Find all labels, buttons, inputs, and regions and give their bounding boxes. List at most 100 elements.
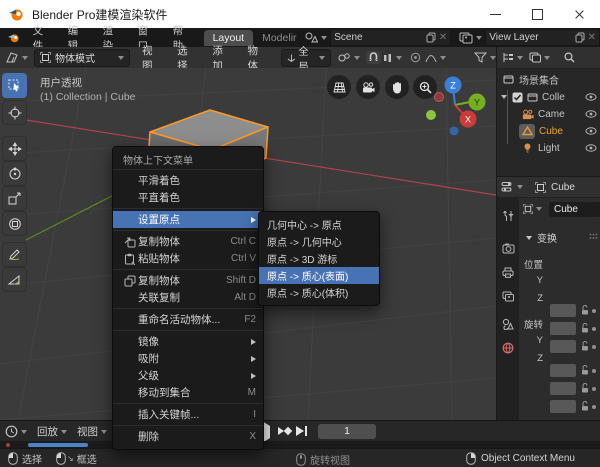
expander-icon[interactable] (501, 95, 507, 99)
menu-item-mirror[interactable]: 镜像 (113, 333, 263, 350)
mode-dropdown[interactable]: 物体模式 (34, 49, 130, 67)
playback-menu[interactable]: 回放 (37, 424, 67, 439)
measure-tool[interactable] (2, 267, 27, 292)
tab-tool[interactable] (497, 205, 519, 227)
menu-item-duplicate-objects[interactable]: 复制物体Shift D (113, 272, 263, 289)
chevron-down-icon (61, 430, 67, 434)
panel-grip-icon[interactable] (589, 233, 598, 241)
transform-tool[interactable] (2, 211, 27, 236)
pan-view-button[interactable] (385, 75, 409, 99)
menu-separator (113, 308, 263, 309)
keyframe-dot[interactable] (592, 345, 596, 349)
copy-scene-icon[interactable] (426, 32, 436, 43)
menu-item-parent[interactable]: 父级 (113, 367, 263, 384)
outliner-collection-row[interactable]: Colle (497, 89, 600, 105)
keyframe-dot[interactable] (592, 405, 596, 409)
move-tool[interactable] (2, 136, 27, 161)
menu-item-snap[interactable]: 吸附 (113, 350, 263, 367)
timeline-editor-type-button[interactable] (5, 425, 27, 438)
menu-item-delete[interactable]: 删除X (113, 428, 263, 445)
visibility-filter-dropdown[interactable] (474, 52, 496, 63)
outliner-filter-dropdown[interactable] (529, 52, 550, 63)
falloff-dropdown[interactable] (425, 53, 446, 63)
menu-item-copy-objects[interactable]: 复制物体Ctrl C (113, 233, 263, 250)
lock-icon[interactable] (580, 322, 590, 334)
select-box-tool[interactable] (2, 73, 27, 98)
menu-item-move-to-collection[interactable]: 移动到集合M (113, 384, 263, 401)
outliner-cube-row[interactable]: Cube (497, 123, 600, 139)
eye-icon[interactable] (585, 110, 597, 118)
minimize-button[interactable] (474, 0, 516, 28)
pivot-point-dropdown[interactable] (338, 52, 360, 63)
annotate-tool[interactable] (2, 242, 27, 267)
submenu-item-origin-to-com-surface[interactable]: 原点 -> 质心(表面) (259, 267, 379, 284)
lock-icon[interactable] (580, 382, 590, 394)
keyframe-dot[interactable] (592, 327, 596, 331)
menu-item-shade-smooth[interactable]: 平滑着色 (113, 172, 263, 189)
current-frame-field[interactable]: 1 (318, 424, 376, 439)
view-layer-selector[interactable] (459, 32, 482, 44)
menu-item-shade-flat[interactable]: 平直着色 (113, 189, 263, 206)
menu-item-insert-keyframe[interactable]: 插入关键帧...I (113, 406, 263, 423)
tab-render[interactable] (497, 237, 519, 259)
keyframe-dot[interactable] (592, 387, 596, 391)
close-button[interactable] (558, 0, 600, 28)
keyframe-dot[interactable] (592, 369, 596, 373)
editor-type-button[interactable] (5, 51, 28, 64)
maximize-button[interactable] (516, 0, 558, 28)
checkbox-checked-icon[interactable] (512, 92, 523, 103)
lock-icon[interactable] (580, 304, 590, 316)
search-icon[interactable] (564, 52, 575, 63)
outliner-scene-collection[interactable]: 场景集合 (497, 71, 600, 87)
snap-toggle[interactable] (366, 51, 381, 64)
lock-icon[interactable] (580, 400, 590, 412)
location-z-field[interactable] (550, 340, 576, 353)
submenu-item-origin-to-com-volume[interactable]: 原点 -> 质心(体积) (259, 284, 379, 301)
submenu-item-origin-to-3d-cursor[interactable]: 原点 -> 3D 游标 (259, 250, 379, 267)
camera-view-button[interactable] (356, 75, 380, 99)
submenu-item-origin-to-geometry[interactable]: 原点 -> 几何中心 (259, 233, 379, 250)
transform-panel-header[interactable]: 变换 (523, 230, 557, 245)
timeline-scrollbar[interactable] (0, 441, 600, 448)
scale-tool[interactable] (2, 186, 27, 211)
submenu-item-geometry-to-origin[interactable]: 几何中心 -> 原点 (259, 216, 379, 233)
navigation-gizmo[interactable]: Z Y X (420, 72, 492, 142)
scene-name-field[interactable]: Scene ✕ (330, 29, 451, 46)
next-keyframe-button[interactable] (278, 426, 291, 435)
frame-range-handle[interactable] (28, 443, 88, 447)
rotate-tool[interactable] (2, 161, 27, 186)
keyframe-dot[interactable] (592, 309, 596, 313)
proportional-editing-toggle[interactable] (410, 52, 421, 63)
unlink-scene-icon[interactable]: ✕ (439, 32, 447, 43)
lock-icon[interactable] (580, 340, 590, 352)
properties-editor-type-button[interactable] (501, 181, 523, 193)
outliner-display-mode-dropdown[interactable] (502, 52, 523, 63)
location-x-field[interactable] (550, 304, 576, 317)
object-selector[interactable] (523, 204, 542, 214)
snapping-dropdown[interactable] (383, 53, 402, 63)
outliner-light-row[interactable]: Light (497, 140, 600, 156)
menu-item-set-origin[interactable]: 设置原点 (113, 211, 263, 228)
outliner-camera-row[interactable]: Came (497, 106, 600, 122)
toggle-projection-button[interactable] (327, 75, 351, 99)
rotation-z-field[interactable] (550, 400, 576, 413)
location-y-field[interactable] (550, 322, 576, 335)
object-name-field[interactable]: Cube (549, 202, 600, 217)
eye-icon[interactable] (585, 127, 597, 135)
eye-icon[interactable] (585, 93, 597, 101)
eye-icon[interactable] (585, 144, 597, 152)
view-menu-timeline[interactable]: 视图 (77, 424, 107, 439)
remove-view-layer-icon[interactable]: ✕ (588, 32, 596, 43)
copy-view-layer-icon[interactable] (575, 32, 585, 43)
blender-menu-icon[interactable] (7, 31, 21, 44)
rotation-x-field[interactable] (550, 364, 576, 377)
rotation-y-field[interactable] (550, 382, 576, 395)
cursor-tool[interactable] (2, 100, 27, 125)
menu-item-paste-objects[interactable]: 粘贴物体Ctrl V (113, 250, 263, 267)
orientation-dropdown[interactable]: 全局 (281, 49, 331, 67)
jump-to-end-button[interactable] (296, 426, 307, 436)
menu-item-rename-active[interactable]: 重命名活动物体...F2 (113, 311, 263, 328)
view-layer-field[interactable]: View Layer ✕ (485, 29, 600, 46)
lock-icon[interactable] (580, 364, 590, 376)
menu-item-duplicate-linked[interactable]: 关联复制Alt D (113, 289, 263, 306)
